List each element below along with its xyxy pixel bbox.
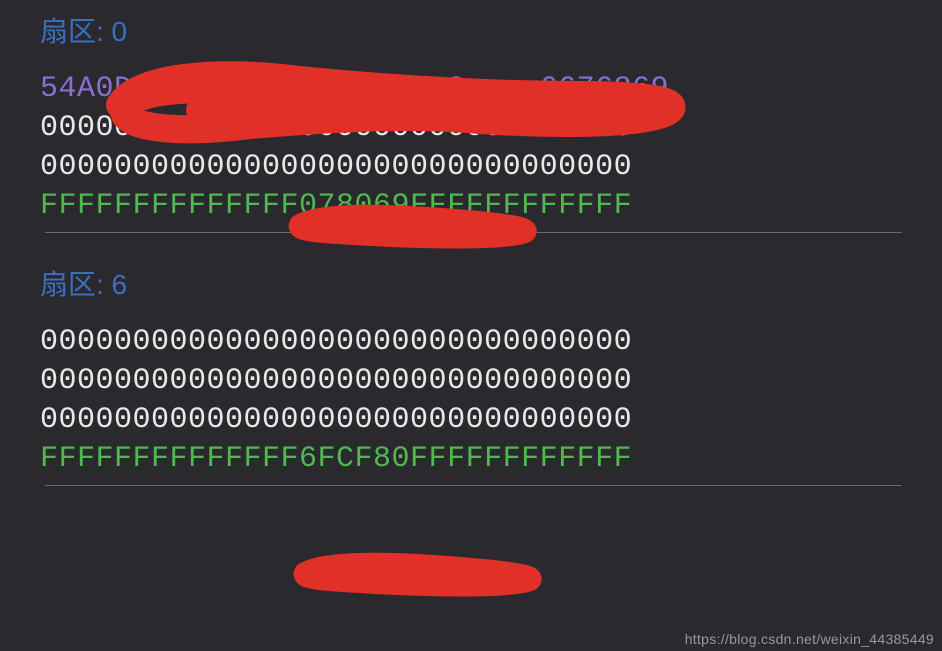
- hex-row: 00000000000000000000000000000000: [40, 401, 902, 440]
- hex-row: 00000000000000000000000000000000: [40, 362, 902, 401]
- hex-row: 00000000000000000000000000000000: [40, 323, 902, 362]
- redaction-scribble: [290, 548, 550, 598]
- hex-row: 00000000000000000000000000000000: [40, 148, 902, 187]
- sector-header: 扇区: 0: [40, 10, 902, 50]
- hex-row: FFFFFFFFFFFFFF6FCF80FFFFFFFFFFFF: [40, 440, 902, 479]
- sector-divider: [45, 232, 902, 233]
- hex-row: 00000000000000000000000000000000: [40, 109, 902, 148]
- sector-block-0: 扇区: 0 54A0DCAF0x2804006CAxxx0xxxx6676869…: [40, 10, 902, 233]
- sector-block-6: 扇区: 6 00000000000000000000000000000000 0…: [40, 263, 902, 486]
- hex-dump-container: 扇区: 0 54A0DCAF0x2804006CAxxx0xxxx6676869…: [0, 0, 942, 536]
- sector-divider: [45, 485, 902, 486]
- sector-header: 扇区: 6: [40, 263, 902, 303]
- watermark: https://blog.csdn.net/weixin_44385449: [685, 631, 934, 647]
- hex-row: 54A0DCAF0x2804006CAxxx0xxxx6676869: [40, 70, 902, 109]
- hex-row: FFFFFFFFFFFFFF078069FFFFFFFFFFFF: [40, 187, 902, 226]
